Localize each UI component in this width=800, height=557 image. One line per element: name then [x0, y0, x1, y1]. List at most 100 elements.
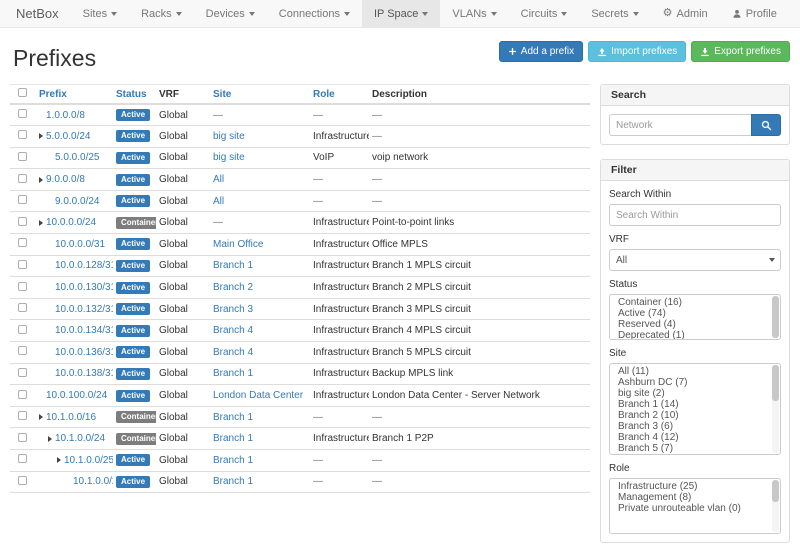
- site-link[interactable]: Branch 1: [213, 433, 253, 444]
- row-checkbox[interactable]: [18, 152, 27, 161]
- nav-item-sites[interactable]: Sites: [71, 0, 129, 27]
- nav-profile[interactable]: Profile: [720, 0, 789, 27]
- prefix-link[interactable]: 10.0.0.134/31: [55, 325, 113, 336]
- nav-item-vlans[interactable]: VLANs: [440, 0, 508, 27]
- prefix-link[interactable]: 1.0.0.0/8: [46, 110, 85, 121]
- listbox-option[interactable]: Private unrouteable vlan (0): [610, 503, 780, 514]
- prefix-link[interactable]: 5.0.0.0/25: [55, 152, 99, 163]
- vrf-select[interactable]: All: [609, 249, 781, 271]
- site-link[interactable]: Branch 4: [213, 347, 253, 358]
- column-header-site[interactable]: Site: [210, 85, 310, 105]
- scrollbar[interactable]: [772, 365, 779, 453]
- description-cell: Branch 2 MPLS circuit: [369, 277, 590, 299]
- site-link[interactable]: Branch 1: [213, 476, 253, 487]
- nav-item-ip-space[interactable]: IP Space: [362, 0, 440, 27]
- column-header-status[interactable]: Status: [113, 85, 156, 105]
- prefix-link[interactable]: 10.1.0.0/25: [64, 455, 113, 466]
- site-link[interactable]: Branch 1: [213, 368, 253, 379]
- prefix-link[interactable]: 10.0.100.0/24: [46, 390, 107, 401]
- nav-item-circuits[interactable]: Circuits: [509, 0, 580, 27]
- site-link[interactable]: Branch 1: [213, 260, 253, 271]
- export-prefixes-button[interactable]: Export prefixes: [691, 41, 790, 62]
- site-link[interactable]: All: [213, 196, 224, 207]
- site-link[interactable]: Branch 1: [213, 412, 253, 423]
- listbox-option[interactable]: Branch 4 (12): [610, 432, 780, 443]
- row-checkbox[interactable]: [18, 130, 27, 139]
- prefix-link[interactable]: 10.0.0.0/24: [46, 217, 96, 228]
- site-link[interactable]: All: [213, 174, 224, 185]
- prefix-link[interactable]: 10.0.0.0/31: [55, 239, 105, 250]
- site-link[interactable]: big site: [213, 152, 245, 163]
- row-checkbox[interactable]: [18, 390, 27, 399]
- nav-log-out[interactable]: Log out: [789, 0, 800, 27]
- prefix-link[interactable]: 5.0.0.0/24: [46, 131, 90, 142]
- listbox-option[interactable]: Infrastructure (25): [610, 481, 780, 492]
- listbox-option[interactable]: Container (16): [610, 297, 780, 308]
- nav-item-connections[interactable]: Connections: [267, 0, 362, 27]
- nav-admin[interactable]: ⚙Admin: [651, 0, 720, 27]
- column-header-prefix[interactable]: Prefix: [36, 85, 113, 105]
- app-brand[interactable]: NetBox: [0, 0, 71, 27]
- listbox-option[interactable]: big site (2): [610, 388, 780, 399]
- listbox-option[interactable]: Ashburn DC (7): [610, 377, 780, 388]
- row-checkbox[interactable]: [18, 195, 27, 204]
- row-checkbox[interactable]: [18, 260, 27, 269]
- site-link[interactable]: Branch 4: [213, 325, 253, 336]
- prefix-link[interactable]: 10.1.0.0/26: [73, 476, 113, 487]
- select-all-checkbox[interactable]: [18, 88, 27, 97]
- row-checkbox[interactable]: [18, 411, 27, 420]
- listbox-option[interactable]: Management (8): [610, 492, 780, 503]
- listbox-option[interactable]: Branch 5 (7): [610, 443, 780, 454]
- row-checkbox[interactable]: [18, 325, 27, 334]
- site-link[interactable]: Main Office: [213, 239, 263, 250]
- row-checkbox[interactable]: [18, 303, 27, 312]
- site-listbox: All (11)Ashburn DC (7)big site (2)Branch…: [609, 363, 781, 455]
- site-link[interactable]: London Data Center: [213, 390, 303, 401]
- scrollbar[interactable]: [772, 296, 779, 338]
- row-checkbox[interactable]: [18, 238, 27, 247]
- site-link[interactable]: Branch 1: [213, 455, 253, 466]
- row-checkbox[interactable]: [18, 174, 27, 183]
- nav-item-racks[interactable]: Racks: [129, 0, 194, 27]
- listbox-option[interactable]: Deprecated (1): [610, 330, 780, 340]
- row-checkbox[interactable]: [18, 217, 27, 226]
- site-cell: Branch 2: [210, 277, 310, 299]
- prefix-link[interactable]: 10.0.0.132/31: [55, 304, 113, 315]
- nav-item-secrets[interactable]: Secrets: [579, 0, 650, 27]
- search-within-input[interactable]: [609, 204, 781, 226]
- prefix-link[interactable]: 10.1.0.0/16: [46, 412, 96, 423]
- listbox-option[interactable]: All (11): [610, 366, 780, 377]
- site-cell: Branch 4: [210, 342, 310, 364]
- import-prefixes-button[interactable]: Import prefixes: [588, 41, 686, 62]
- site-link[interactable]: Branch 3: [213, 304, 253, 315]
- row-checkbox[interactable]: [18, 476, 27, 485]
- search-input[interactable]: [609, 114, 751, 136]
- prefix-link[interactable]: 10.0.0.130/31: [55, 282, 113, 293]
- prefix-link[interactable]: 9.0.0.0/24: [55, 196, 99, 207]
- row-checkbox[interactable]: [18, 368, 27, 377]
- nav-item-devices[interactable]: Devices: [194, 0, 267, 27]
- listbox-option[interactable]: COLO-1-3A (3): [610, 454, 780, 455]
- add-a-prefix-button[interactable]: Add a prefix: [499, 41, 583, 62]
- listbox-option[interactable]: Branch 1 (14): [610, 399, 780, 410]
- listbox-option[interactable]: Branch 3 (6): [610, 421, 780, 432]
- column-header-role[interactable]: Role: [310, 85, 369, 105]
- prefix-cell: 1.0.0.0/8: [36, 104, 113, 126]
- site-link[interactable]: Branch 2: [213, 282, 253, 293]
- listbox-option[interactable]: Active (74): [610, 308, 780, 319]
- prefix-link[interactable]: 10.0.0.136/31: [55, 347, 113, 358]
- scrollbar[interactable]: [772, 480, 779, 532]
- prefix-link[interactable]: 10.0.0.128/31: [55, 260, 113, 271]
- row-checkbox[interactable]: [18, 109, 27, 118]
- prefix-link[interactable]: 9.0.0.0/8: [46, 174, 85, 185]
- row-checkbox[interactable]: [18, 346, 27, 355]
- listbox-option[interactable]: Reserved (4): [610, 319, 780, 330]
- search-button[interactable]: [751, 114, 781, 136]
- prefix-link[interactable]: 10.1.0.0/24: [55, 433, 105, 444]
- listbox-option[interactable]: Branch 2 (10): [610, 410, 780, 421]
- row-checkbox[interactable]: [18, 433, 27, 442]
- row-checkbox[interactable]: [18, 454, 27, 463]
- site-link[interactable]: big site: [213, 131, 245, 142]
- prefix-link[interactable]: 10.0.0.138/31: [55, 368, 113, 379]
- row-checkbox[interactable]: [18, 282, 27, 291]
